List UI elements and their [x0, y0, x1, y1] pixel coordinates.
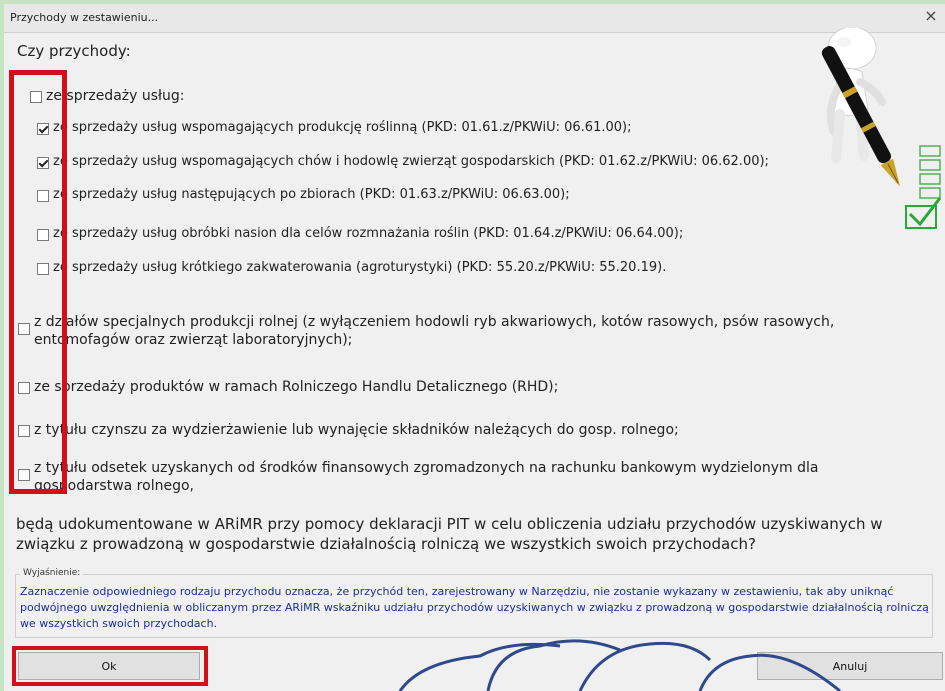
- checkbox-icon[interactable]: [18, 469, 30, 481]
- option-special-production[interactable]: z działów specjalnych produkcji rolnej (…: [18, 313, 928, 349]
- checkbox-icon[interactable]: [18, 382, 30, 394]
- close-icon[interactable]: ×: [921, 6, 941, 25]
- option-services-postharvest[interactable]: ze sprzedaży usług następujących po zbio…: [37, 186, 777, 204]
- window-border-left: [0, 0, 4, 691]
- option-label: ze sprzedaży usług:: [46, 88, 185, 104]
- option-services-seeds[interactable]: ze sprzedaży usług obróbki nasion dla ce…: [37, 225, 827, 243]
- option-services-crop[interactable]: ze sprzedaży usług wspomagających produk…: [37, 119, 777, 137]
- question-heading: Czy przychody:: [17, 42, 131, 60]
- option-services[interactable]: ze sprzedaży usług:: [30, 87, 630, 105]
- option-label: z działów specjalnych produkcji rolnej (…: [34, 314, 835, 348]
- checkbox-icon[interactable]: [37, 157, 49, 169]
- checkbox-icon[interactable]: [30, 91, 42, 103]
- option-interest[interactable]: z tytułu odsetek uzyskanych od środków f…: [18, 459, 918, 495]
- option-label: ze sprzedaży usług krótkiego zakwaterowa…: [53, 260, 667, 275]
- option-label: ze sprzedaży usług wspomagających produk…: [53, 120, 632, 135]
- option-label: z tytułu odsetek uzyskanych od środków f…: [34, 460, 819, 494]
- explanation-text: Zaznaczenie odpowiedniego rodzaju przych…: [20, 585, 929, 630]
- window-title: Przychody w zestawieniu...: [10, 11, 159, 24]
- option-rent[interactable]: z tytułu czynszu za wydzierżawienie lub …: [18, 421, 918, 439]
- option-label: ze sprzedaży usług obróbki nasion dla ce…: [53, 226, 684, 241]
- explanation-legend: Wyjaśnienie:: [20, 568, 84, 578]
- cancel-button[interactable]: Anuluj: [757, 652, 943, 680]
- option-rhd[interactable]: ze sprzedaży produktów w ramach Rolnicze…: [18, 378, 918, 396]
- final-question: będą udokumentowane w ARiMR przy pomocy …: [16, 515, 883, 553]
- option-label: ze sprzedaży usług wspomagających chów i…: [53, 154, 769, 169]
- ok-button[interactable]: Ok: [18, 652, 200, 680]
- checkbox-icon[interactable]: [37, 263, 49, 275]
- checkbox-icon[interactable]: [37, 190, 49, 202]
- option-label: ze sprzedaży usług następujących po zbio…: [53, 187, 570, 202]
- checkbox-icon[interactable]: [18, 425, 30, 437]
- option-services-agrotourism[interactable]: ze sprzedaży usług krótkiego zakwaterowa…: [37, 259, 827, 277]
- checkbox-icon[interactable]: [37, 123, 49, 135]
- option-label: z tytułu czynszu za wydzierżawienie lub …: [34, 422, 679, 438]
- option-label: ze sprzedaży produktów w ramach Rolnicze…: [34, 379, 559, 395]
- checkbox-icon[interactable]: [18, 323, 30, 335]
- option-services-livestock[interactable]: ze sprzedaży usług wspomagających chów i…: [37, 153, 857, 171]
- checklist-icon: [905, 145, 942, 229]
- checkbox-icon[interactable]: [37, 229, 49, 241]
